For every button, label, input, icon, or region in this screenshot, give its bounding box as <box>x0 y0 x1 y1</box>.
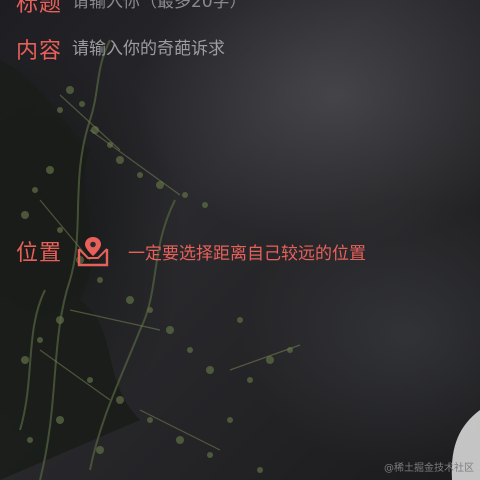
title-field-row: 标题 <box>16 0 373 18</box>
title-input[interactable] <box>72 0 373 12</box>
title-label: 标题 <box>16 0 63 17</box>
location-label: 位置 <box>16 241 63 266</box>
location-field-row[interactable]: 位置 一定要选择距离自己较远的位置 <box>16 235 366 267</box>
location-hint[interactable]: 一定要选择距离自己较远的位置 <box>128 239 366 264</box>
content-field-row: 内容 <box>16 33 373 65</box>
location-pin-icon[interactable] <box>76 235 110 267</box>
content-label: 内容 <box>16 39 63 64</box>
watermark: @稀土掘金技术社区 <box>384 463 474 474</box>
content-input[interactable] <box>72 39 373 59</box>
